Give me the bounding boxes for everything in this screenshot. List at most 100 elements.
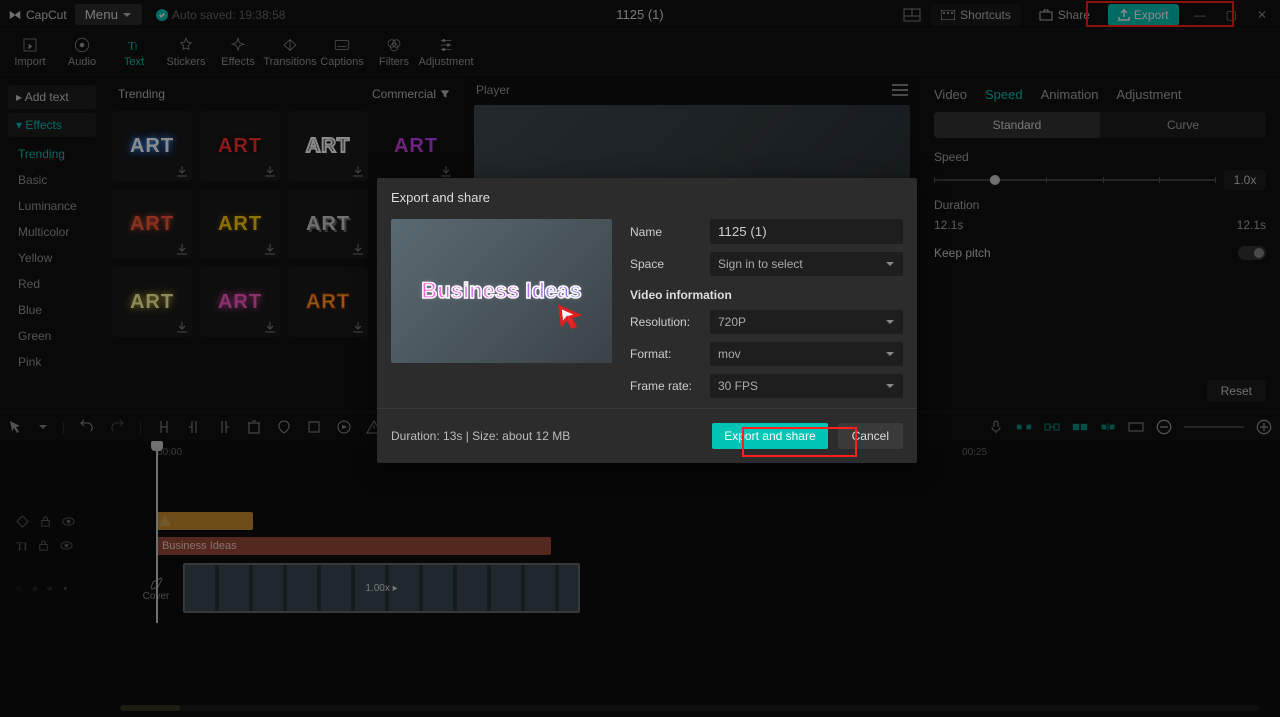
effect-thumb[interactable]: ART <box>112 111 192 181</box>
sidebar-add-text[interactable]: ▸ Add text <box>8 85 96 109</box>
preview-cut-icon[interactable] <box>1072 419 1088 435</box>
player-menu-icon[interactable] <box>892 84 908 96</box>
pointer-icon[interactable] <box>8 419 24 435</box>
zoom-in-icon[interactable] <box>1256 419 1272 435</box>
share-button[interactable]: Share <box>1031 4 1098 26</box>
tab-audio[interactable]: Audio <box>56 36 108 68</box>
tab-stickers[interactable]: Stickers <box>160 36 212 68</box>
framerate-select[interactable]: 30 FPS <box>710 374 903 398</box>
effect-thumb[interactable]: ART <box>376 111 456 181</box>
zoom-fit-icon[interactable] <box>1128 419 1144 435</box>
layout-icon[interactable] <box>903 8 921 22</box>
tab-adjustment[interactable]: Adjustment <box>420 36 472 68</box>
name-input[interactable] <box>710 219 903 244</box>
timeline-scrollbar[interactable] <box>120 705 1260 711</box>
tab-filters[interactable]: Filters <box>368 36 420 68</box>
tab-import[interactable]: Import <box>4 36 56 68</box>
effect-thumb[interactable]: ART <box>200 111 280 181</box>
duration-right[interactable]: 12.1s <box>1237 218 1266 232</box>
sidebar-item-trending[interactable]: Trending <box>0 141 104 167</box>
sidebar-item-pink[interactable]: Pink <box>0 349 104 375</box>
marker-icon[interactable] <box>276 419 292 435</box>
video-clip[interactable]: 1.00x ▸ <box>183 563 580 613</box>
speed-value[interactable]: 1.0x <box>1224 170 1266 190</box>
resolution-select[interactable]: 720P <box>710 310 903 334</box>
insp-tab-speed[interactable]: Speed <box>985 87 1023 102</box>
effect-thumb[interactable]: ART <box>288 267 368 337</box>
zoom-slider[interactable] <box>1184 426 1244 428</box>
export-button[interactable]: Export <box>1108 4 1179 26</box>
sidebar-item-blue[interactable]: Blue <box>0 297 104 323</box>
record-icon[interactable] <box>336 419 352 435</box>
fx-clip[interactable] <box>156 512 253 530</box>
delete-icon[interactable] <box>246 419 262 435</box>
lock-icon[interactable] <box>37 539 50 552</box>
sidebar-effects[interactable]: ▾ Effects <box>8 113 96 137</box>
split-icon[interactable] <box>156 419 172 435</box>
diamond-icon[interactable] <box>16 515 29 528</box>
link-icon[interactable] <box>1044 419 1060 435</box>
sidebar-item-basic[interactable]: Basic <box>0 167 104 193</box>
effect-thumb[interactable]: ART <box>200 189 280 259</box>
undo-icon[interactable] <box>79 419 95 435</box>
share-label: Share <box>1058 8 1090 22</box>
minimize-button[interactable]: — <box>1189 8 1211 22</box>
eye-icon[interactable] <box>47 582 53 595</box>
effect-thumb[interactable]: ART <box>288 189 368 259</box>
effect-thumb[interactable]: ART <box>288 111 368 181</box>
insp-tab-video[interactable]: Video <box>934 87 967 102</box>
eye-icon[interactable] <box>62 515 75 528</box>
menu-button[interactable]: Menu <box>75 4 142 25</box>
eye-icon[interactable] <box>60 539 73 552</box>
sidebar-item-yellow[interactable]: Yellow <box>0 245 104 271</box>
close-button[interactable]: ✕ <box>1252 8 1272 22</box>
text-clip[interactable]: Business Ideas <box>156 537 551 555</box>
tab-transitions[interactable]: Transitions <box>264 36 316 68</box>
speed-slider[interactable] <box>934 179 1216 181</box>
space-select[interactable]: Sign in to select <box>710 252 903 276</box>
effect-thumb[interactable]: ART <box>112 267 192 337</box>
redo-icon[interactable] <box>109 419 125 435</box>
effect-thumb[interactable]: ART <box>112 189 192 259</box>
shortcuts-button[interactable]: Shortcuts <box>931 4 1021 26</box>
mute-icon[interactable] <box>63 582 69 595</box>
timeline[interactable]: 00:00 00:25 TI Business Ideas Cover <box>0 441 1280 717</box>
lock-icon[interactable] <box>32 582 38 595</box>
sidebar-item-red[interactable]: Red <box>0 271 104 297</box>
trim-right-icon[interactable] <box>216 419 232 435</box>
lock-icon[interactable] <box>39 515 52 528</box>
trim-left-icon[interactable] <box>186 419 202 435</box>
cancel-button[interactable]: Cancel <box>838 423 903 449</box>
export-and-share-button[interactable]: Export and share <box>712 423 827 449</box>
maximize-button[interactable]: ▢ <box>1221 8 1242 22</box>
video-info-heading: Video information <box>630 288 903 302</box>
mic-icon[interactable] <box>988 419 1004 435</box>
insp-tab-animation[interactable]: Animation <box>1041 87 1099 102</box>
speed-mode-segment[interactable]: Standard Curve <box>934 112 1266 138</box>
zoom-out-icon[interactable] <box>1156 419 1172 435</box>
magnet-icon[interactable] <box>1016 419 1032 435</box>
tab-captions[interactable]: Captions <box>316 36 368 68</box>
seg-curve[interactable]: Curve <box>1100 112 1266 138</box>
tab-effects[interactable]: Effects <box>212 36 264 68</box>
commercial-filter[interactable]: Commercial <box>372 87 450 101</box>
snap-icon[interactable] <box>1100 419 1116 435</box>
sidebar-item-luminance[interactable]: Luminance <box>0 193 104 219</box>
reset-button[interactable]: Reset <box>1207 380 1266 402</box>
seg-standard[interactable]: Standard <box>934 112 1100 138</box>
format-select[interactable]: mov <box>710 342 903 366</box>
tab-text[interactable]: TIText <box>108 36 160 68</box>
sidebar-item-green[interactable]: Green <box>0 323 104 349</box>
playhead[interactable] <box>156 443 158 623</box>
diamond-icon[interactable] <box>16 582 22 595</box>
audio-icon <box>73 36 91 54</box>
slider-knob[interactable] <box>990 175 1000 185</box>
insp-tab-adjustment[interactable]: Adjustment <box>1116 87 1181 102</box>
crop-icon[interactable] <box>306 419 322 435</box>
chevron-down-icon[interactable] <box>38 422 48 432</box>
keep-pitch-toggle[interactable] <box>1238 246 1266 260</box>
sidebar-item-multicolor[interactable]: Multicolor <box>0 219 104 245</box>
download-icon <box>264 243 276 255</box>
capcut-logo-icon <box>8 8 22 22</box>
effect-thumb[interactable]: ART <box>200 267 280 337</box>
